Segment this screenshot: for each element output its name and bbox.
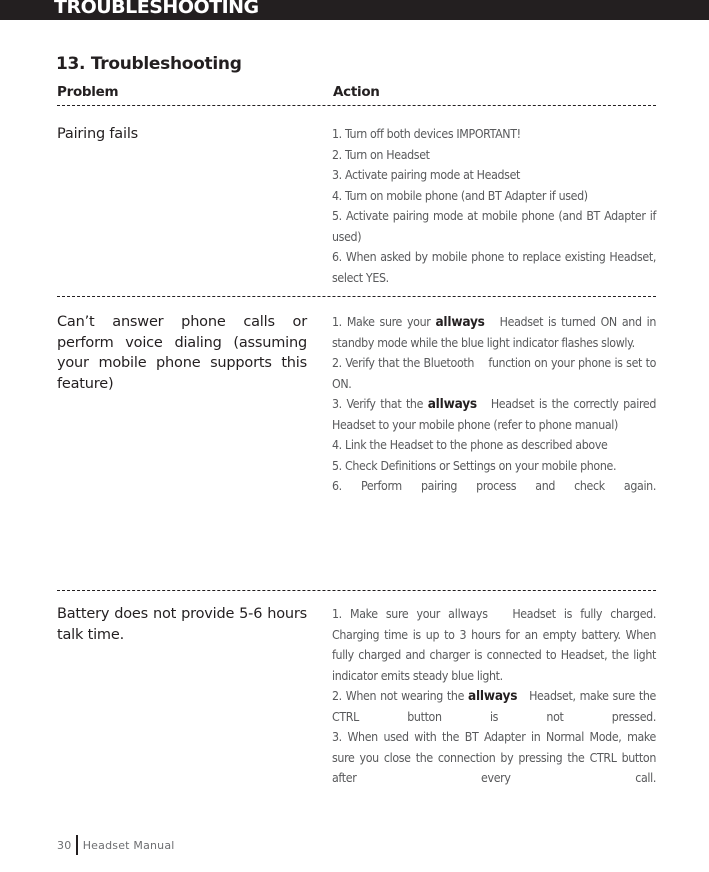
problem-cant-answer-calls: Can’t answer phone calls or perform voic… — [57, 314, 307, 392]
action-step: 1. Turn off both devices IMPORTANT! — [332, 127, 521, 141]
action-step: 4. Turn on mobile phone (and BT Adapter … — [332, 188, 588, 203]
brand-name: allways — [427, 396, 477, 412]
action-step: 3. Activate pairing mode at Headset — [332, 168, 521, 182]
action-step: 3. Verify that the allways Headset is th… — [332, 394, 656, 435]
action-step: 4. Link the Headset to the phone as desc… — [332, 438, 608, 452]
action-step: 3. When used with the BT Adapter in Norm… — [332, 730, 656, 785]
row-divider — [57, 590, 656, 591]
header-bar: TROUBLESHOOTING — [0, 0, 709, 20]
action-step: 6. Perform pairing process and check aga… — [332, 479, 656, 493]
step-text: 1. Make sure your — [332, 607, 449, 621]
action-step: 2. Turn on Headset — [332, 147, 430, 162]
brand-name: allways — [435, 314, 485, 330]
row-divider — [57, 296, 656, 297]
action-step: 1. Make sure your allways Headset is tur… — [332, 312, 656, 353]
column-header-action: Action — [333, 84, 380, 100]
action-list-answer-calls: 1. Make sure your allways Headset is tur… — [332, 312, 656, 497]
action-step: 5. Activate pairing mode at mobile phone… — [332, 209, 656, 244]
column-header-problem: Problem — [57, 84, 119, 100]
page-footer: 30 Headset Manual — [57, 835, 175, 855]
action-step: 1. Make sure your allways Headset is ful… — [332, 604, 656, 686]
step-text: 3. Verify that the — [332, 397, 428, 411]
step-text: 1. Make sure your — [332, 315, 436, 329]
action-step: 5. Check Definitions or Settings on your… — [332, 458, 617, 473]
header-title: TROUBLESHOOTING — [54, 0, 259, 18]
action-list-battery: 1. Make sure your allways Headset is ful… — [332, 604, 656, 789]
brand-name: allways — [467, 688, 518, 704]
problem-battery-life: Battery does not provide 5-6 hours talk … — [57, 606, 307, 643]
section-title: 13. Troubleshooting — [56, 54, 242, 74]
page-number: 30 — [57, 838, 72, 852]
action-step: 2. Verify that the Bluetooth function on… — [332, 356, 660, 391]
action-step: 2. When not wearing the allways Headset,… — [332, 686, 656, 727]
action-list-pairing: 1. Turn off both devices IMPORTANT! 2. T… — [332, 124, 656, 288]
brand-name: allways — [448, 607, 488, 621]
action-step: 6. When asked by mobile phone to replace… — [332, 250, 656, 285]
header-divider — [57, 105, 656, 106]
footer-label: Headset Manual — [82, 838, 175, 852]
problem-pairing-fails: Pairing fails — [57, 126, 139, 142]
step-text: 2. When not wearing the — [332, 689, 468, 703]
footer-separator — [76, 835, 78, 855]
